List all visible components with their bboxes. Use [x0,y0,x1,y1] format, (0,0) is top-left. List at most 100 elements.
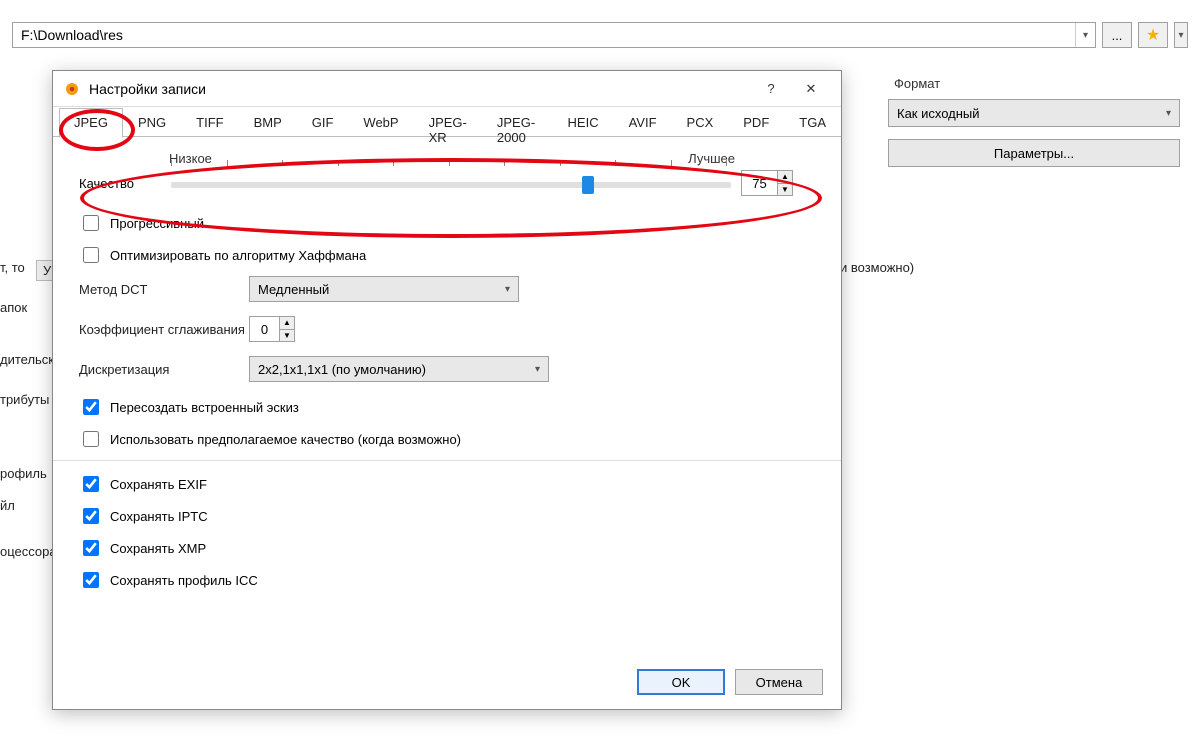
progressive-label: Прогрессивный [110,216,204,231]
bg-text: и возможно) [840,260,914,275]
keep-exif-row: Сохранять EXIF [79,473,815,495]
subsampling-label: Дискретизация [79,362,249,377]
tab-label: TGA [799,115,826,130]
help-icon: ? [767,81,774,96]
rebuild-thumb-label: Пересоздать встроенный эскиз [110,400,299,415]
use-estimated-row: Использовать предполагаемое качество (ко… [79,428,815,450]
browse-button[interactable]: ... [1102,22,1132,48]
progressive-checkbox[interactable] [83,215,99,231]
bg-text: йл [0,498,15,513]
spin-up[interactable]: ▲ [778,171,792,184]
smoothing-label: Коэффициент сглаживания [79,322,249,337]
spin-down[interactable]: ▼ [280,330,294,342]
tab-bmp[interactable]: BMP [239,108,297,138]
close-button[interactable]: ✕ [791,71,831,107]
tab-webp[interactable]: WebP [348,108,413,138]
keep-iptc-label: Сохранять IPTC [110,509,208,524]
path-input[interactable] [13,23,1075,47]
keep-xmp-row: Сохранять XMP [79,537,815,559]
keep-iptc-checkbox[interactable] [83,508,99,524]
quality-slider-wrap [169,168,729,198]
keep-icc-row: Сохранять профиль ICC [79,569,815,591]
keep-icc-checkbox[interactable] [83,572,99,588]
tab-avif[interactable]: AVIF [614,108,672,138]
address-row: ▾ ... ★ ▾ [12,22,1188,48]
tab-gif[interactable]: GIF [297,108,349,138]
use-estimated-label: Использовать предполагаемое качество (ко… [110,432,461,447]
tab-label: PDF [743,115,769,130]
quality-label: Качество [79,176,157,191]
keep-exif-label: Сохранять EXIF [110,477,207,492]
tab-tga[interactable]: TGA [784,108,841,138]
cancel-label: Отмена [756,675,803,690]
dct-label: Метод DCT [79,282,249,297]
format-combo-value: Как исходный [897,106,980,121]
chevron-down-icon: ▾ [535,364,540,375]
tab-png[interactable]: PNG [123,108,181,138]
write-settings-dialog: Настройки записи ? ✕ JPEG PNG TIFF BMP G… [52,70,842,710]
rebuild-thumb-row: Пересоздать встроенный эскиз [79,396,815,418]
path-combo[interactable]: ▾ [12,22,1096,48]
tab-jpeg[interactable]: JPEG [59,108,123,138]
tab-label: WebP [363,115,398,130]
format-params-button[interactable]: Параметры... [888,139,1180,167]
smoothing-spinner[interactable]: ▲▼ [249,316,295,342]
bg-text: апок [0,300,27,315]
smoothing-input[interactable] [249,316,279,342]
tab-jpegxr[interactable]: JPEG-XR [414,108,482,138]
rebuild-thumb-checkbox[interactable] [83,399,99,415]
use-estimated-checkbox[interactable] [83,431,99,447]
chevron-down-icon: ▾ [505,284,510,295]
favorites-button[interactable]: ★ [1138,22,1168,48]
help-button[interactable]: ? [751,71,791,107]
quality-slider[interactable] [171,170,731,200]
format-tabs: JPEG PNG TIFF BMP GIF WebP JPEG-XR JPEG-… [53,107,841,137]
ok-label: OK [672,675,691,690]
app-icon [63,80,81,98]
smoothing-row: Коэффициент сглаживания ▲▼ [79,316,815,342]
quality-value-input[interactable] [741,170,777,196]
tab-label: JPEG [74,115,108,130]
format-params-label: Параметры... [994,146,1074,161]
tab-label: TIFF [196,115,223,130]
bg-text: трибуты [0,392,49,407]
cancel-button[interactable]: Отмена [735,669,823,695]
spin-up[interactable]: ▲ [280,317,294,330]
chevron-down-icon: ▾ [1178,30,1183,41]
tab-label: GIF [312,115,334,130]
chevron-down-icon: ▾ [1166,108,1171,119]
star-icon: ★ [1146,25,1160,45]
format-panel: Формат Как исходный ▾ Параметры... [888,76,1180,167]
keep-xmp-checkbox[interactable] [83,540,99,556]
tab-label: PCX [687,115,714,130]
dialog-buttons: OK Отмена [637,669,823,695]
close-icon: ✕ [806,81,817,97]
quality-spinner[interactable]: ▲▼ [741,170,793,196]
huffman-checkbox-row: Оптимизировать по алгоритму Хаффмана [79,244,815,266]
keep-exif-checkbox[interactable] [83,476,99,492]
format-group-label: Формат [894,76,1180,91]
tab-label: PNG [138,115,166,130]
bg-text: т, то [0,260,25,275]
tab-tiff[interactable]: TIFF [181,108,238,138]
keep-iptc-row: Сохранять IPTC [79,505,815,527]
tab-pcx[interactable]: PCX [672,108,729,138]
subsampling-row: Дискретизация 2x2,1x1,1x1 (по умолчанию)… [79,356,815,382]
ok-button[interactable]: OK [637,669,725,695]
dct-row: Метод DCT Медленный ▾ [79,276,815,302]
huffman-checkbox[interactable] [83,247,99,263]
jpeg-panel: Низкое Лучшее Качество ▲▼ Прогрессивный … [53,137,841,611]
tab-pdf[interactable]: PDF [728,108,784,138]
path-dropdown-button[interactable]: ▾ [1075,23,1095,47]
tab-jpeg2000[interactable]: JPEG-2000 [482,108,553,138]
bg-text: дительск [0,352,54,367]
tab-heic[interactable]: HEIC [553,108,614,138]
subsampling-value: 2x2,1x1,1x1 (по умолчанию) [258,362,426,377]
format-combo[interactable]: Как исходный ▾ [888,99,1180,127]
favorites-dropdown[interactable]: ▾ [1174,22,1188,48]
tab-label: HEIC [568,115,599,130]
subsampling-select[interactable]: 2x2,1x1,1x1 (по умолчанию) ▾ [249,356,549,382]
dct-select[interactable]: Медленный ▾ [249,276,519,302]
chevron-down-icon: ▾ [1083,30,1088,41]
spin-down[interactable]: ▼ [778,184,792,196]
